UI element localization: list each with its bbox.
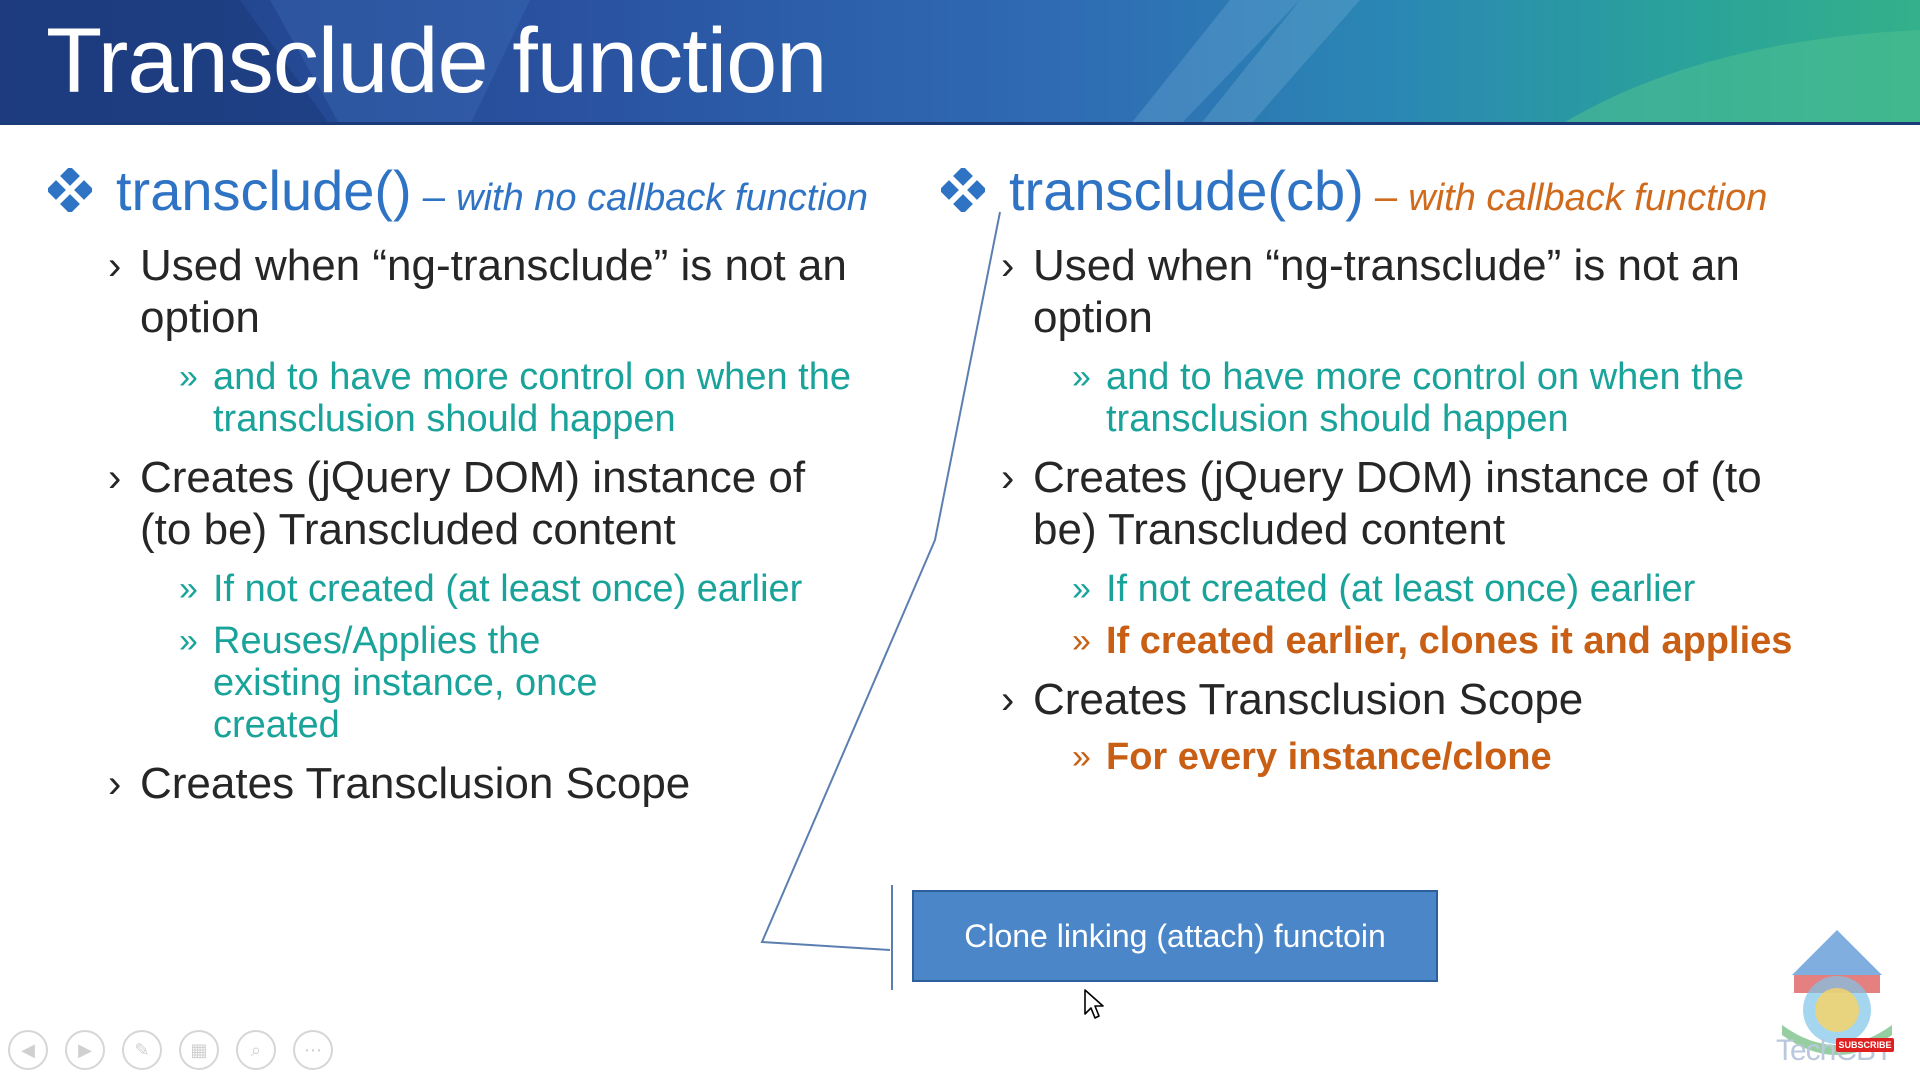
chevron-right-icon: › bbox=[1001, 456, 1015, 500]
header-divider bbox=[0, 122, 1920, 125]
clone-linking-callout: Clone linking (attach) functoin bbox=[912, 890, 1438, 982]
right-heading-text: transclude(cb) – with callback function bbox=[1009, 156, 1767, 233]
right-bullet-2-sub-2-text: If created earlier, clones it and applie… bbox=[1106, 620, 1793, 662]
right-bullet-3-text: Creates Transclusion Scope bbox=[1033, 675, 1584, 724]
chevron-right-icon: › bbox=[1001, 678, 1015, 722]
header-banner: Transclude function bbox=[0, 0, 1920, 125]
slide: Transclude function transclude() – with … bbox=[0, 0, 1920, 1080]
subscribe-badge[interactable]: SUBSCRIBE bbox=[1836, 1038, 1894, 1052]
double-chevron-icon: » bbox=[179, 622, 198, 660]
double-chevron-icon: » bbox=[179, 570, 198, 608]
slides-icon[interactable]: ▦ bbox=[179, 1030, 219, 1070]
right-heading: transclude(cb) – with callback function bbox=[941, 159, 1871, 222]
left-bullet-2-text: Creates (jQuery DOM) instance of (to be)… bbox=[140, 453, 806, 554]
diamond-bullet-icon bbox=[48, 168, 92, 212]
left-heading-separator: – bbox=[411, 175, 457, 219]
chevron-right-icon: › bbox=[108, 456, 122, 500]
right-column: transclude(cb) – with callback function … bbox=[941, 159, 1871, 778]
double-chevron-icon: » bbox=[1072, 570, 1091, 608]
right-bullet-1: › Used when “ng-transclude” is not an op… bbox=[1001, 240, 1871, 344]
chevron-right-icon: › bbox=[108, 244, 122, 288]
mouse-cursor-icon bbox=[1084, 989, 1104, 1019]
more-icon[interactable]: ⋯ bbox=[293, 1030, 333, 1070]
left-bullet-3-text: Creates Transclusion Scope bbox=[140, 759, 691, 808]
right-heading-main: transclude(cb) bbox=[1009, 159, 1364, 222]
right-bullet-3-sub-1-text: For every instance/clone bbox=[1106, 736, 1552, 778]
right-bullet-2: › Creates (jQuery DOM) instance of (to b… bbox=[1001, 452, 1871, 556]
left-bullet-1-sub-1-text: and to have more control on when the tra… bbox=[213, 356, 851, 440]
right-bullet-1-sub-1: » and to have more control on when the t… bbox=[1072, 356, 1871, 440]
right-bullet-2-text: Creates (jQuery DOM) instance of (to be)… bbox=[1033, 453, 1762, 554]
left-bullet-2: › Creates (jQuery DOM) instance of (to b… bbox=[108, 452, 868, 556]
left-bullet-1-sub-1: » and to have more control on when the t… bbox=[179, 356, 868, 440]
right-bullet-2-sub-1: » If not created (at least once) earlier bbox=[1072, 568, 1871, 610]
right-bullet-3-sub-1: » For every instance/clone bbox=[1072, 736, 1871, 778]
left-heading: transclude() – with no callback function bbox=[48, 159, 868, 222]
double-chevron-icon: » bbox=[1072, 622, 1091, 660]
left-heading-main: transclude() bbox=[116, 159, 412, 222]
double-chevron-icon: » bbox=[1072, 358, 1091, 396]
left-bullet-2-sub-1: » If not created (at least once) earlier bbox=[179, 568, 868, 610]
chevron-right-icon: › bbox=[108, 762, 122, 806]
left-bullet-2-sub-2: » Reuses/Applies the existing instance, … bbox=[179, 620, 868, 746]
double-chevron-icon: » bbox=[179, 358, 198, 396]
diamond-bullet-icon bbox=[941, 168, 985, 212]
slide-title: Transclude function bbox=[46, 10, 827, 112]
chevron-right-icon: › bbox=[1001, 244, 1015, 288]
next-icon[interactable]: ▶ bbox=[65, 1030, 105, 1070]
left-bullet-1: › Used when “ng-transclude” is not an op… bbox=[108, 240, 868, 344]
left-bullet-2-sub-1-text: If not created (at least once) earlier bbox=[213, 568, 803, 610]
double-chevron-icon: » bbox=[1072, 738, 1091, 776]
right-bullet-3: › Creates Transclusion Scope bbox=[1001, 674, 1871, 726]
right-bullet-1-text: Used when “ng-transclude” is not an opti… bbox=[1033, 241, 1740, 342]
right-heading-subtitle: with callback function bbox=[1408, 177, 1768, 219]
left-heading-subtitle: with no callback function bbox=[456, 177, 869, 219]
previous-icon[interactable]: ◀ bbox=[8, 1030, 48, 1070]
right-bullet-2-sub-2: » If created earlier, clones it and appl… bbox=[1072, 620, 1871, 662]
right-heading-separator: – bbox=[1363, 175, 1409, 219]
right-bullet-1-sub-1-text: and to have more control on when the tra… bbox=[1106, 356, 1744, 440]
left-bullet-3: › Creates Transclusion Scope bbox=[108, 758, 868, 810]
left-bullet-2-sub-2-text: Reuses/Applies the existing instance, on… bbox=[213, 620, 598, 746]
pen-icon[interactable]: ✎ bbox=[122, 1030, 162, 1070]
left-column: transclude() – with no callback function… bbox=[48, 159, 868, 810]
right-bullet-2-sub-1-text: If not created (at least once) earlier bbox=[1106, 568, 1696, 610]
left-bullet-1-text: Used when “ng-transclude” is not an opti… bbox=[140, 241, 847, 342]
zoom-icon[interactable]: ⌕ bbox=[236, 1030, 276, 1070]
left-heading-text: transclude() – with no callback function bbox=[116, 156, 868, 233]
